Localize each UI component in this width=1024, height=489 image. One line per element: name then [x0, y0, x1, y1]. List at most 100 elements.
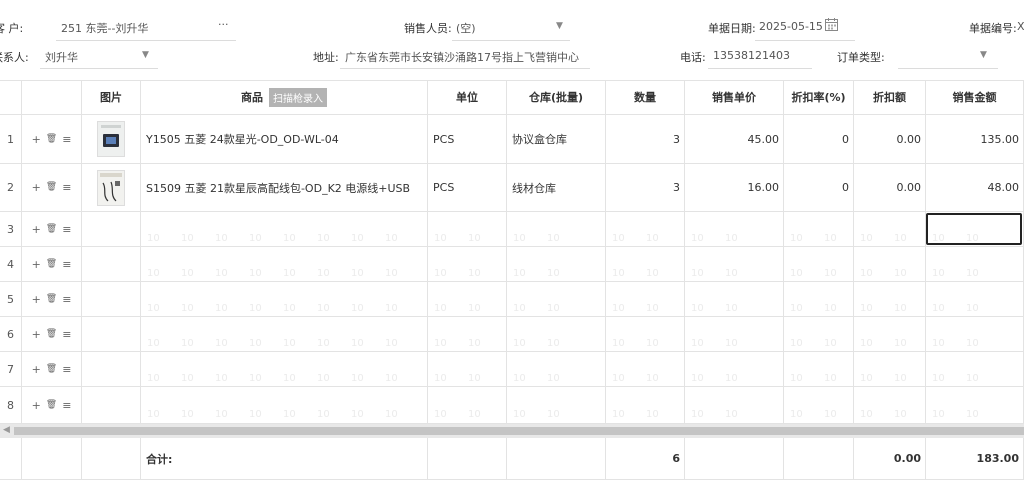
cell-unit[interactable]: 10 10 — [428, 352, 507, 387]
cell-product[interactable]: Y1505 五菱 24款星光-OD_OD-WL-04 — [141, 115, 428, 164]
delete-row-icon[interactable]: 🗑 — [46, 400, 57, 410]
row-detail-icon[interactable]: ≡ — [62, 400, 71, 411]
row-detail-icon[interactable]: ≡ — [62, 259, 71, 270]
add-row-icon[interactable]: + — [32, 400, 41, 411]
row-detail-icon[interactable]: ≡ — [62, 134, 71, 145]
contact-select[interactable]: 刘升华 — [45, 49, 78, 65]
cell-discount-amount[interactable]: 10 10 — [854, 247, 926, 282]
cell-qty[interactable]: 10 10 — [606, 352, 685, 387]
cell-discount-rate[interactable]: 10 10 — [784, 282, 854, 317]
cell-amount[interactable]: 10 10 — [926, 317, 1024, 352]
cell-discount-rate[interactable]: 0 — [784, 164, 854, 212]
cell-amount[interactable]: 10 10 — [926, 387, 1024, 424]
cell-discount-rate[interactable]: 10 10 — [784, 317, 854, 352]
scan-gun-input-button[interactable]: 扫描枪录入 — [269, 87, 327, 107]
delete-row-icon[interactable]: 🗑 — [46, 294, 57, 304]
cell-image[interactable] — [82, 212, 141, 247]
cell-warehouse[interactable]: 10 10 — [507, 212, 606, 247]
add-row-icon[interactable]: + — [32, 134, 41, 145]
cell-price[interactable]: 10 10 — [685, 317, 784, 352]
cell-amount[interactable]: 10 10 — [926, 247, 1024, 282]
cell-amount[interactable]: 48.00 — [926, 164, 1024, 212]
cell-price[interactable]: 10 10 — [685, 247, 784, 282]
product-thumbnail[interactable] — [97, 121, 125, 157]
cell-price[interactable]: 10 10 — [685, 282, 784, 317]
sales-person-select[interactable]: (空) — [456, 20, 476, 36]
cell-qty[interactable]: 10 10 — [606, 317, 685, 352]
cell-discount-amount[interactable]: 0.00 — [854, 164, 926, 212]
customer-more-icon[interactable]: ··· — [218, 18, 229, 31]
cell-product[interactable]: 10 10 10 10 10 10 10 10 — [141, 212, 428, 247]
cell-image[interactable] — [82, 282, 141, 317]
contact-chevron-down-icon[interactable]: ▼ — [142, 50, 149, 60]
add-row-icon[interactable]: + — [32, 329, 41, 340]
cell-amount[interactable]: 10 10 — [926, 282, 1024, 317]
cell-unit[interactable]: PCS — [428, 115, 507, 164]
add-row-icon[interactable]: + — [32, 224, 41, 235]
cell-warehouse[interactable]: 10 10 — [507, 352, 606, 387]
cell-qty[interactable]: 10 10 — [606, 387, 685, 424]
cell-qty[interactable]: 10 10 — [606, 282, 685, 317]
cell-discount-rate[interactable]: 10 10 — [784, 387, 854, 424]
scrollbar-thumb[interactable] — [14, 427, 1024, 435]
phone-field[interactable]: 13538121403 — [713, 49, 790, 62]
delete-row-icon[interactable]: 🗑 — [46, 364, 57, 374]
add-row-icon[interactable]: + — [32, 259, 41, 270]
cell-product[interactable]: 10 10 10 10 10 10 10 10 — [141, 282, 428, 317]
address-field[interactable]: 广东省东莞市长安镇沙涌路17号指上飞营销中心 — [345, 49, 579, 65]
cell-product[interactable]: 10 10 10 10 10 10 10 10 — [141, 352, 428, 387]
calendar-icon[interactable] — [824, 17, 839, 35]
cell-unit[interactable]: 10 10 — [428, 387, 507, 424]
cell-image[interactable] — [82, 317, 141, 352]
cell-unit[interactable]: PCS — [428, 164, 507, 212]
cell-image[interactable] — [82, 247, 141, 282]
sales-chevron-down-icon[interactable]: ▼ — [556, 21, 563, 31]
add-row-icon[interactable]: + — [32, 364, 41, 375]
active-cell-editor[interactable] — [926, 213, 1022, 245]
row-detail-icon[interactable]: ≡ — [62, 294, 71, 305]
cell-discount-amount[interactable]: 10 10 — [854, 352, 926, 387]
cell-amount[interactable]: 135.00 — [926, 115, 1024, 164]
cell-qty[interactable]: 10 10 — [606, 247, 685, 282]
cell-warehouse[interactable]: 线材仓库 — [507, 164, 606, 212]
cell-product[interactable]: S1509 五菱 21款星辰高配线包-OD_K2 电源线+USB — [141, 164, 428, 212]
cell-product[interactable]: 10 10 10 10 10 10 10 10 — [141, 247, 428, 282]
cell-image[interactable] — [82, 115, 141, 164]
add-row-icon[interactable]: + — [32, 294, 41, 305]
cell-discount-amount[interactable]: 10 10 — [854, 212, 926, 247]
cell-discount-amount[interactable]: 0.00 — [854, 115, 926, 164]
cell-warehouse[interactable]: 10 10 — [507, 317, 606, 352]
cell-discount-rate[interactable]: 0 — [784, 115, 854, 164]
cell-image[interactable] — [82, 352, 141, 387]
row-detail-icon[interactable]: ≡ — [62, 364, 71, 375]
add-row-icon[interactable]: + — [32, 182, 41, 193]
cell-discount-rate[interactable]: 10 10 — [784, 352, 854, 387]
row-detail-icon[interactable]: ≡ — [62, 329, 71, 340]
cell-price[interactable]: 16.00 — [685, 164, 784, 212]
product-thumbnail[interactable] — [97, 170, 125, 206]
cell-price[interactable]: 10 10 — [685, 352, 784, 387]
cell-price[interactable]: 10 10 — [685, 387, 784, 424]
delete-row-icon[interactable]: 🗑 — [46, 259, 57, 269]
scroll-left-icon[interactable]: ◀ — [3, 425, 10, 435]
horizontal-scrollbar[interactable]: ◀ — [0, 424, 1024, 438]
cell-warehouse[interactable]: 协议盒仓库 — [507, 115, 606, 164]
delete-row-icon[interactable]: 🗑 — [46, 183, 57, 192]
cell-warehouse[interactable]: 10 10 — [507, 387, 606, 424]
cell-unit[interactable]: 10 10 — [428, 247, 507, 282]
cell-discount-amount[interactable]: 10 10 — [854, 387, 926, 424]
cell-warehouse[interactable]: 10 10 — [507, 282, 606, 317]
cell-qty[interactable]: 10 10 — [606, 212, 685, 247]
cell-qty[interactable]: 3 — [606, 164, 685, 212]
delete-row-icon[interactable]: 🗑 — [46, 224, 57, 234]
cell-image[interactable] — [82, 164, 141, 212]
delete-row-icon[interactable]: 🗑 — [46, 329, 57, 339]
order-type-chevron-down-icon[interactable]: ▼ — [980, 50, 987, 60]
cell-price[interactable]: 45.00 — [685, 115, 784, 164]
cell-warehouse[interactable]: 10 10 — [507, 247, 606, 282]
cell-discount-rate[interactable]: 10 10 — [784, 212, 854, 247]
delete-row-icon[interactable]: 🗑 — [46, 134, 57, 144]
row-detail-icon[interactable]: ≡ — [62, 182, 71, 193]
customer-field[interactable]: 251 东莞--刘升华 — [61, 20, 148, 36]
cell-qty[interactable]: 3 — [606, 115, 685, 164]
